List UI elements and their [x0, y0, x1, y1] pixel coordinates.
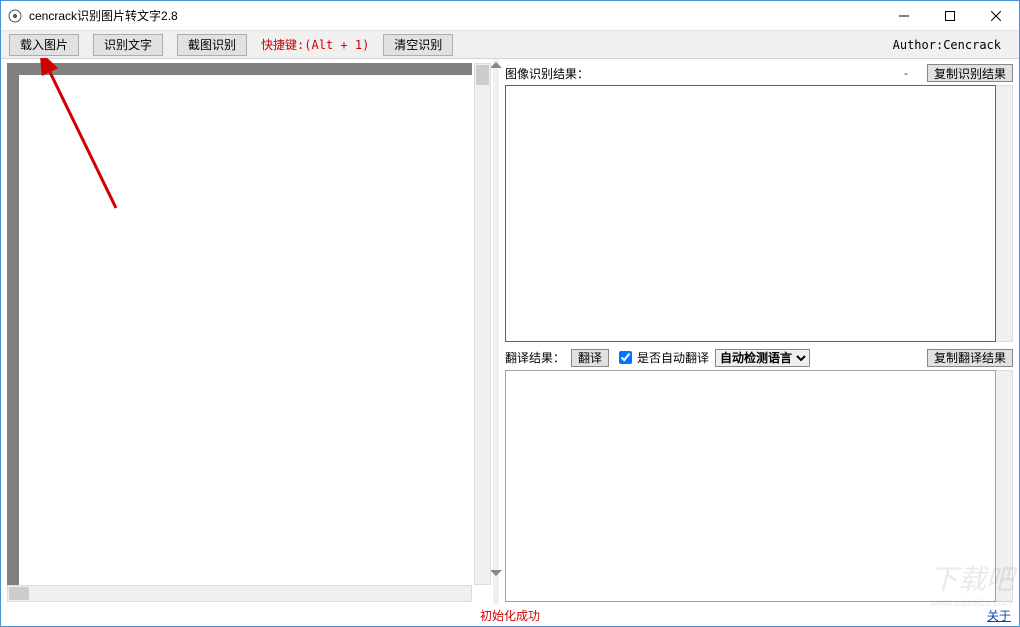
- app-window: cencrack识别图片转文字2.8 载入图片 识别文字 截图识别 快捷键:(A…: [0, 0, 1020, 627]
- recognition-dash: -: [891, 66, 921, 80]
- body: 图像识别结果： - 复制识别结果 翻译结果： 翻译 是否自动翻译 自动检测语言: [1, 59, 1019, 604]
- app-icon: [7, 8, 23, 24]
- clear-button[interactable]: 清空识别: [383, 34, 453, 56]
- translate-button[interactable]: 翻译: [571, 349, 609, 367]
- load-image-button[interactable]: 载入图片: [9, 34, 79, 56]
- screenshot-recognize-button[interactable]: 截图识别: [177, 34, 247, 56]
- recognition-header: 图像识别结果： - 复制识别结果: [505, 63, 1013, 83]
- image-canvas: [19, 75, 472, 585]
- titlebar: cencrack识别图片转文字2.8: [1, 1, 1019, 31]
- auto-translate-checkbox[interactable]: 是否自动翻译: [615, 348, 709, 367]
- close-button[interactable]: [973, 1, 1019, 31]
- auto-translate-label: 是否自动翻译: [637, 349, 709, 366]
- author-label: Author:Cencrack: [893, 38, 1011, 52]
- recognition-label: 图像识别结果：: [505, 65, 589, 82]
- translation-vscrollbar[interactable]: [996, 370, 1013, 602]
- right-pane: 图像识别结果： - 复制识别结果 翻译结果： 翻译 是否自动翻译 自动检测语言: [499, 59, 1019, 604]
- language-select[interactable]: 自动检测语言: [715, 349, 810, 367]
- about-link[interactable]: 关于: [987, 607, 1011, 624]
- translation-header: 翻译结果： 翻译 是否自动翻译 自动检测语言 复制翻译结果: [505, 348, 1013, 368]
- translation-label: 翻译结果：: [505, 349, 565, 366]
- recognize-text-button[interactable]: 识别文字: [93, 34, 163, 56]
- copy-translation-button[interactable]: 复制翻译结果: [927, 349, 1013, 367]
- auto-translate-input[interactable]: [619, 351, 632, 364]
- statusbar: 初始化成功 关于: [1, 604, 1019, 626]
- image-hscrollbar[interactable]: [7, 585, 472, 602]
- status-message: 初始化成功: [480, 607, 540, 624]
- recognition-vscrollbar[interactable]: [996, 85, 1013, 342]
- left-pane: [1, 59, 493, 604]
- image-vscrollbar[interactable]: [474, 63, 491, 585]
- toolbar: 载入图片 识别文字 截图识别 快捷键:(Alt + 1) 清空识别 Author…: [1, 31, 1019, 59]
- copy-recognition-button[interactable]: 复制识别结果: [927, 64, 1013, 82]
- translation-textarea[interactable]: [505, 370, 996, 602]
- hotkey-label: 快捷键:(Alt + 1): [261, 36, 369, 53]
- minimize-button[interactable]: [881, 1, 927, 31]
- window-title: cencrack识别图片转文字2.8: [29, 7, 178, 24]
- image-viewer[interactable]: [7, 63, 472, 585]
- maximize-button[interactable]: [927, 1, 973, 31]
- recognition-textarea[interactable]: [505, 85, 996, 342]
